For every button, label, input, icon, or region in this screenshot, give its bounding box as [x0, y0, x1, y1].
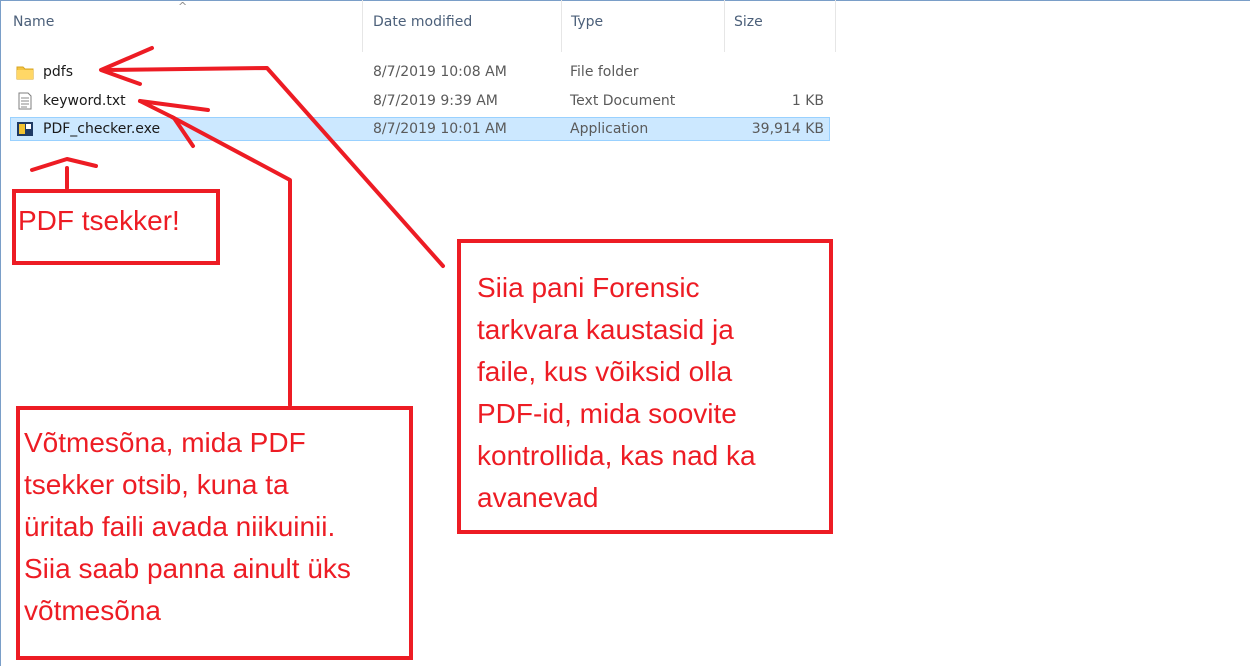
keyword-callout-text: Võtmesõna, mida PDF tsekker otsib, kuna … — [24, 427, 351, 626]
pdfs-folder-callout-text: Siia pani Forensic tarkvara kaustasid ja… — [477, 272, 756, 513]
pdf-checker-callout-text: PDF tsekker! — [18, 205, 180, 236]
keyword-callout: Võtmesõna, mida PDF tsekker otsib, kuna … — [16, 406, 413, 660]
pdf-checker-callout: PDF tsekker! — [12, 189, 220, 265]
pdfs-folder-callout: Siia pani Forensic tarkvara kaustasid ja… — [457, 239, 833, 534]
arrow-to-pdf-checker — [30, 157, 98, 190]
